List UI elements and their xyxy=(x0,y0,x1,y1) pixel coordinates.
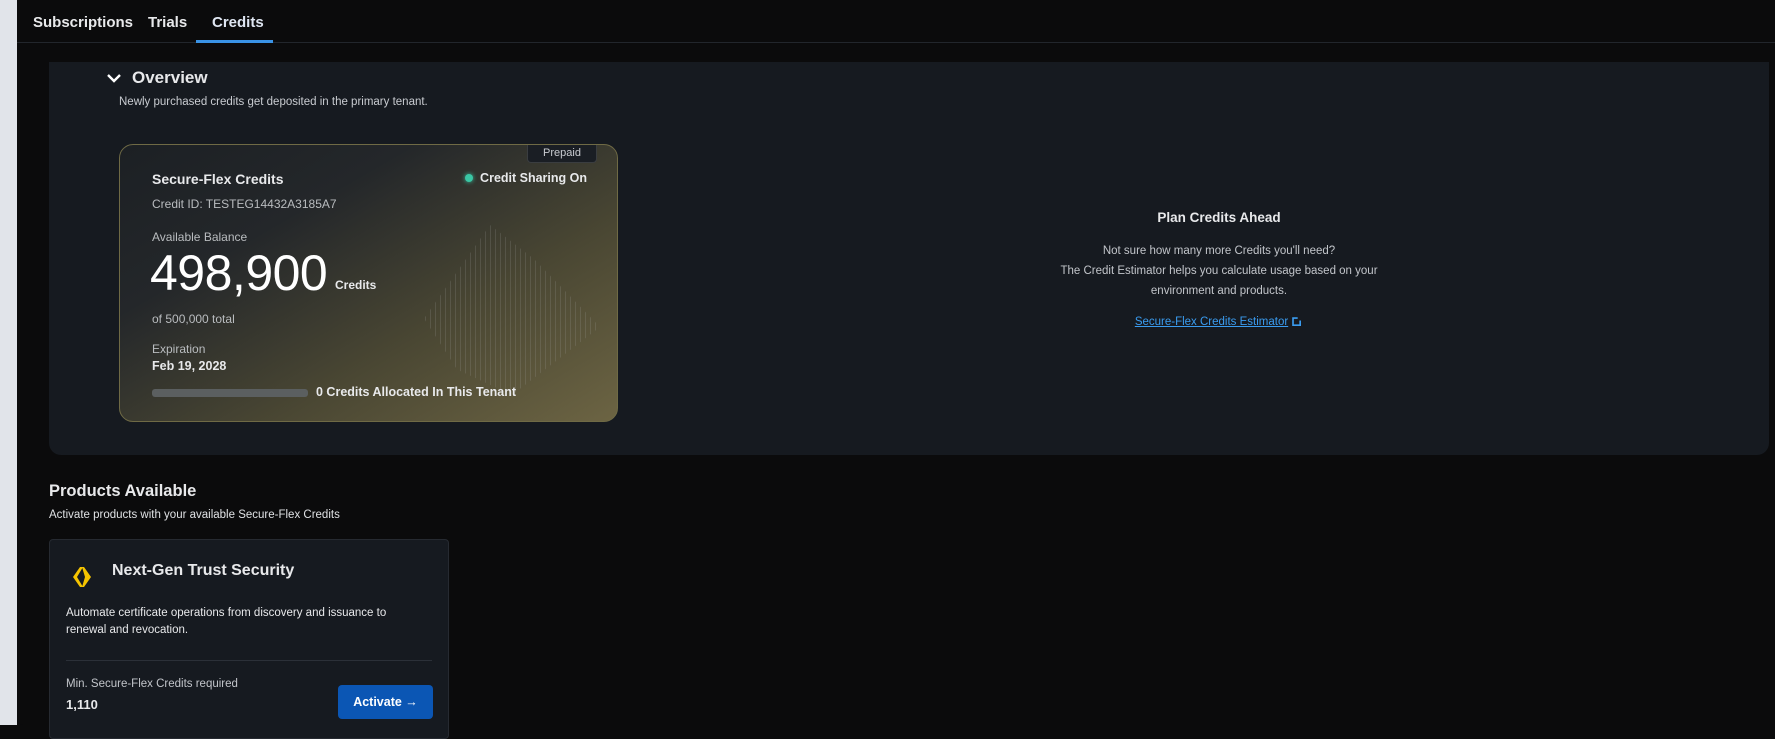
product-name: Next-Gen Trust Security xyxy=(112,562,295,579)
balance-unit: Credits xyxy=(335,278,377,292)
external-link-icon xyxy=(1292,317,1301,326)
allocation-text: 0 Credits Allocated In This Tenant xyxy=(316,385,517,399)
expiration-date: Feb 19, 2028 xyxy=(152,359,227,373)
total-credits: of 500,000 total xyxy=(152,312,235,326)
tab-trials[interactable]: Trials xyxy=(148,14,187,31)
prepaid-badge: Prepaid xyxy=(527,145,597,163)
min-credits-value: 1,110 xyxy=(66,697,98,712)
credits-card: Prepaid Secure-Flex Credits Credit Shari… xyxy=(119,144,618,422)
balance-value: 498,900 xyxy=(150,245,328,301)
product-card: Next-Gen Trust Security Automate certifi… xyxy=(49,539,449,739)
plan-line-2: The Credit Estimator helps you calculate… xyxy=(1060,265,1378,297)
overview-title: Overview xyxy=(132,68,208,87)
left-edge xyxy=(0,0,17,725)
card-title: Secure-Flex Credits xyxy=(152,171,284,187)
activate-button[interactable]: Activate → xyxy=(338,685,433,719)
credit-sharing-label: Credit Sharing On xyxy=(480,171,587,185)
available-balance-label: Available Balance xyxy=(152,230,248,244)
plan-title: Plan Credits Ahead xyxy=(1157,210,1281,225)
tab-bar: Subscriptions Trials Credits xyxy=(17,0,1775,43)
tab-credits[interactable]: Credits xyxy=(212,14,264,31)
status-dot-icon xyxy=(465,174,474,182)
plan-credits-section: Plan Credits Ahead Not sure how many mor… xyxy=(899,210,1539,330)
estimator-link[interactable]: Secure-Flex Credits Estimator xyxy=(1135,315,1303,328)
credit-sharing-status: Credit Sharing On xyxy=(465,171,587,185)
expiration-label: Expiration xyxy=(152,342,206,356)
credit-id: Credit ID: TESTEG14432A3185A7 xyxy=(152,197,337,211)
main-content: Subscriptions Trials Credits Overview Ne… xyxy=(17,0,1775,739)
products-title: Products Available xyxy=(49,482,197,500)
min-credits-label: Min. Secure-Flex Credits required xyxy=(66,678,238,690)
product-description: Automate certificate operations from dis… xyxy=(66,607,387,636)
product-logo-icon xyxy=(73,567,91,587)
allocation-progress-bar xyxy=(152,389,308,397)
active-tab-indicator xyxy=(196,40,273,43)
overview-panel: Overview Newly purchased credits get dep… xyxy=(49,62,1769,455)
products-subtitle: Activate products with your available Se… xyxy=(49,509,340,521)
chevron-down-icon xyxy=(107,74,121,83)
tab-subscriptions[interactable]: Subscriptions xyxy=(33,14,133,31)
estimator-link-label: Secure-Flex Credits Estimator xyxy=(1134,316,1289,328)
plan-line-1: Not sure how many more Credits you'll ne… xyxy=(1102,245,1336,257)
overview-toggle[interactable]: Overview xyxy=(106,68,208,88)
divider xyxy=(66,660,432,661)
card-pattern-graphic xyxy=(424,225,600,395)
overview-subtitle: Newly purchased credits get deposited in… xyxy=(119,96,428,108)
